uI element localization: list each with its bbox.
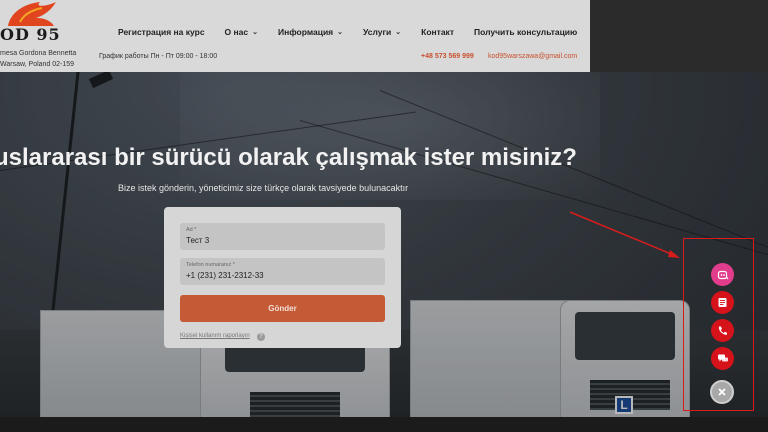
- chat-icon: [717, 354, 728, 362]
- widget-close-button[interactable]: [710, 380, 734, 404]
- annotation-arrow: [569, 211, 680, 258]
- widget-chat-button[interactable]: [711, 347, 734, 370]
- close-icon: [718, 388, 726, 396]
- bottom-strip: [0, 417, 768, 432]
- phone-icon: [718, 326, 727, 335]
- form-icon: [718, 298, 727, 307]
- bot-icon: [717, 270, 728, 279]
- widget-phone-button[interactable]: [711, 319, 734, 342]
- widget-form-button[interactable]: [711, 291, 734, 314]
- widget-bot-button[interactable]: [711, 263, 734, 286]
